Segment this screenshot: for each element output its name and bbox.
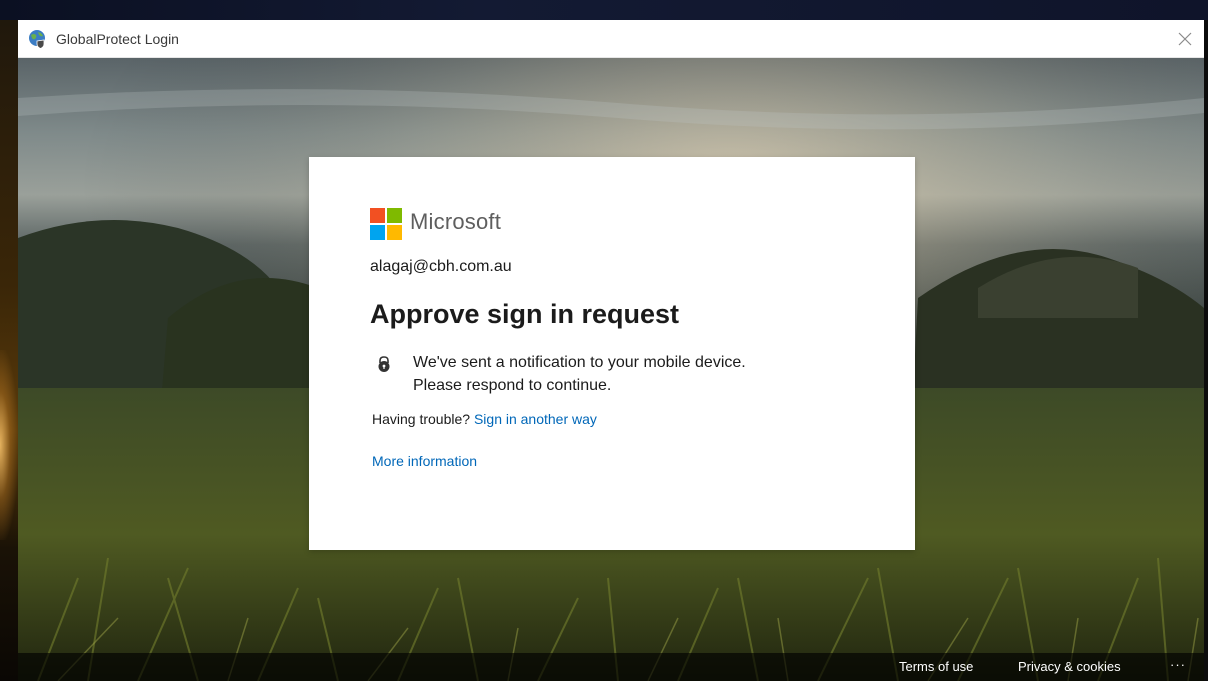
footer-bar: Terms of use Privacy & cookies ··· xyxy=(18,653,1204,681)
privacy-cookies-link[interactable]: Privacy & cookies xyxy=(1018,659,1121,674)
desktop-background-top xyxy=(0,0,1208,20)
globe-shield-icon xyxy=(28,29,48,49)
sign-in-another-way-link[interactable]: Sign in another way xyxy=(474,411,597,427)
globalprotect-login-window: GlobalProtect Login Microsoft alagaj@cbh… xyxy=(18,20,1204,681)
login-content-area: Microsoft alagaj@cbh.com.au Approve sign… xyxy=(18,58,1204,681)
brand-name: Microsoft xyxy=(410,209,502,234)
account-identity: alagaj@cbh.com.au xyxy=(370,258,512,275)
more-options-ellipsis[interactable]: ··· xyxy=(1170,657,1186,672)
desktop-wallpaper-glow xyxy=(0,350,18,540)
close-icon[interactable] xyxy=(1172,26,1198,52)
notification-message: We've sent a notification to your mobile… xyxy=(413,351,873,397)
terms-of-use-link[interactable]: Terms of use xyxy=(899,659,973,674)
notice-line-1: We've sent a notification to your mobile… xyxy=(413,354,746,371)
having-trouble-row: Having trouble? Sign in another way xyxy=(372,411,597,427)
sign-in-dialog: Microsoft alagaj@cbh.com.au Approve sign… xyxy=(309,157,915,550)
microsoft-logo-icon xyxy=(370,208,402,240)
desktop-background-left xyxy=(0,20,18,681)
having-trouble-label: Having trouble? xyxy=(372,411,471,427)
notice-line-2: Please respond to continue. xyxy=(413,377,612,394)
title-bar: GlobalProtect Login xyxy=(18,20,1204,58)
more-information-link[interactable]: More information xyxy=(372,453,477,469)
window-title: GlobalProtect Login xyxy=(56,31,179,47)
lock-icon xyxy=(375,355,393,373)
desktop-background-right xyxy=(1204,20,1208,681)
page-title: Approve sign in request xyxy=(370,299,680,329)
